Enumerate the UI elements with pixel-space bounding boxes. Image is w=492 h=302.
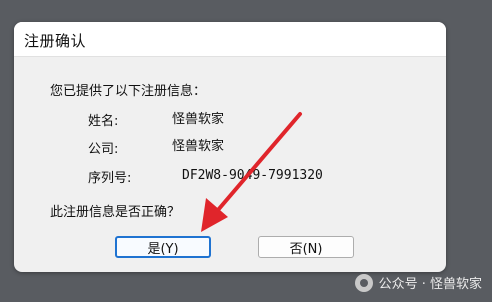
- watermark: 公众号 · 怪兽软家: [354, 273, 482, 292]
- registration-confirm-dialog: 注册确认 您已提供了以下注册信息： 姓名: 怪兽软家 公司: 怪兽软家 序列号:…: [14, 22, 446, 272]
- serial-label: 序列号:: [88, 171, 132, 186]
- name-label: 姓名:: [88, 114, 119, 129]
- yes-button[interactable]: 是(Y): [115, 236, 211, 258]
- dialog-titlebar[interactable]: 注册确认: [14, 22, 446, 57]
- company-label: 公司:: [88, 142, 119, 157]
- wechat-icon: [354, 273, 373, 292]
- watermark-text: 公众号 · 怪兽软家: [378, 277, 482, 292]
- dialog-title: 注册确认: [24, 32, 87, 50]
- company-value: 怪兽软家: [172, 139, 225, 154]
- name-value: 怪兽软家: [172, 112, 225, 127]
- serial-value: DF2W8-9049-7991320: [182, 168, 323, 183]
- confirm-question: 此注册信息是否正确？: [50, 205, 181, 220]
- intro-text: 您已提供了以下注册信息：: [50, 84, 207, 99]
- no-button[interactable]: 否(N): [258, 236, 354, 258]
